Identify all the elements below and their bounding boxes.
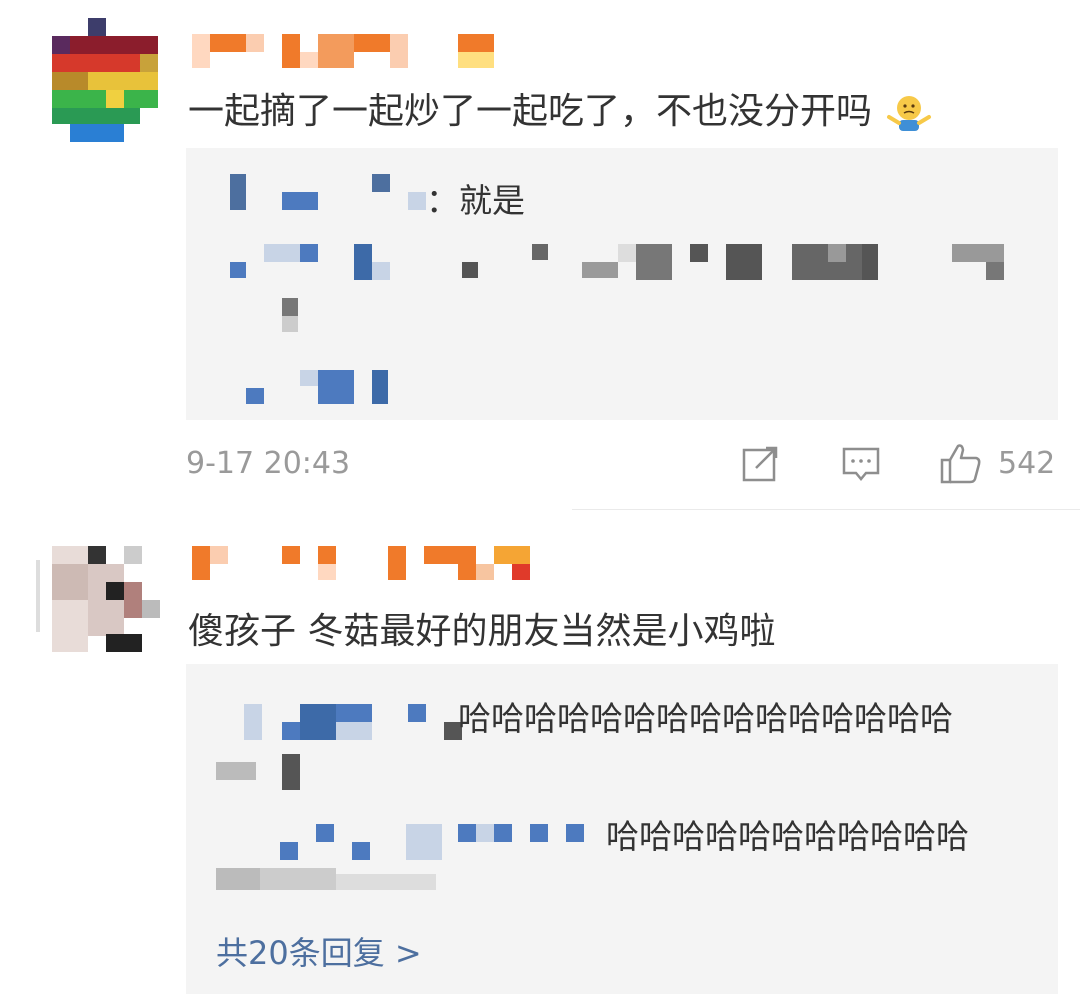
obscured-reply-content (216, 244, 1046, 404)
comment-icon[interactable] (842, 446, 880, 484)
reply-text: 哈哈哈哈哈哈哈哈哈哈哈 (606, 817, 969, 856)
reply-box[interactable]: 哈哈哈哈哈哈哈哈哈哈哈哈哈哈哈 哈哈哈哈哈哈哈哈哈哈哈 共20条回复 > (186, 664, 1058, 994)
share-icon[interactable] (742, 446, 780, 482)
avatar[interactable] (52, 18, 158, 142)
reply-box[interactable]: ：就是 (186, 148, 1058, 420)
thumbs-up-icon (940, 442, 982, 484)
username[interactable] (192, 546, 532, 582)
obscured-reply-content (216, 860, 456, 900)
like-count: 542 (998, 446, 1056, 481)
reply-username[interactable] (226, 174, 456, 214)
avatar[interactable] (36, 546, 160, 652)
shrug-emoji-icon (885, 93, 933, 133)
more-replies-link[interactable]: 共20条回复 > (216, 928, 422, 974)
obscured-reply-content (216, 754, 316, 790)
reply-username[interactable] (222, 824, 612, 864)
username[interactable] (192, 34, 497, 74)
reply-username[interactable] (244, 704, 464, 744)
timestamp: 9-17 20:43 (186, 446, 351, 481)
comment-text: 傻孩子 冬菇最好的朋友当然是小鸡啦 (188, 611, 776, 652)
reply-text: 哈哈哈哈哈哈哈哈哈哈哈哈哈哈哈 (458, 699, 953, 738)
like-button[interactable]: 542 (940, 442, 1060, 486)
divider (572, 509, 1080, 510)
reply-text: ：就是 (426, 181, 525, 220)
comment-text: 一起摘了一起炒了一起吃了，不也没分开吗 (188, 82, 933, 134)
